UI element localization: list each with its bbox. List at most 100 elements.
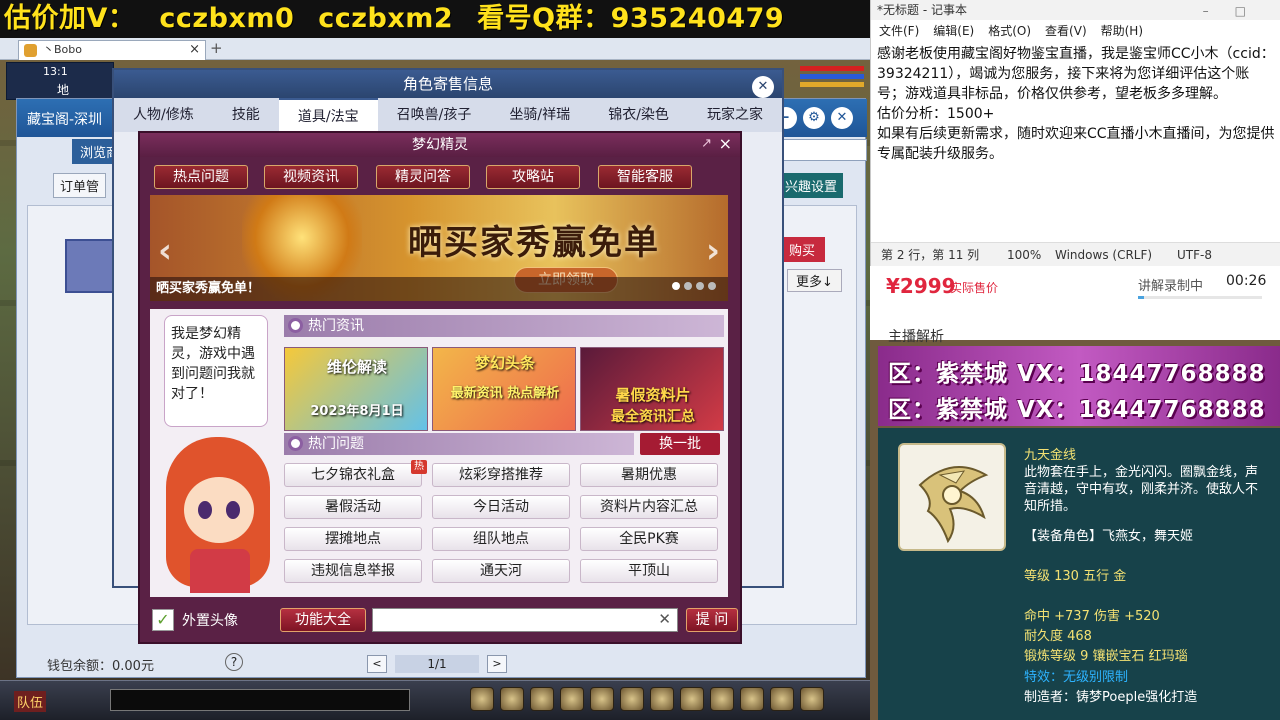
buy-button[interactable]: 购买	[779, 237, 826, 262]
ask-button[interactable]: 提 问	[686, 608, 738, 632]
close-icon[interactable]: ×	[719, 134, 732, 153]
news-sub: 2023年8月1日	[310, 404, 404, 419]
tray-icon[interactable]	[530, 687, 554, 711]
recording-progress	[1138, 296, 1262, 299]
settings-icon[interactable]: ⚙	[803, 107, 825, 129]
banner-segment: cczbxm0	[159, 3, 295, 34]
carousel-dot[interactable]	[672, 282, 680, 290]
more-button[interactable]: 更多↓	[787, 269, 842, 292]
menu-format[interactable]: 格式(O)	[988, 24, 1031, 38]
popout-icon[interactable]: ↗	[701, 136, 712, 151]
question-item[interactable]: 暑期优惠	[580, 463, 718, 487]
team-button[interactable]: 队伍	[14, 691, 47, 712]
browser-tab[interactable]: 丶Bobo ×	[18, 40, 206, 60]
menu-view[interactable]: 查看(V)	[1045, 24, 1087, 38]
order-tab[interactable]: 订单管	[53, 173, 107, 198]
carousel-prev-icon[interactable]: ‹	[158, 231, 172, 271]
close-tab-icon[interactable]: ×	[189, 41, 200, 59]
all-functions-button[interactable]: 功能大全	[280, 608, 366, 632]
game-map: 地	[57, 83, 70, 97]
tab-outfits[interactable]: 锦衣/染色	[589, 98, 688, 132]
nav-qa[interactable]: 精灵问答	[376, 165, 470, 189]
question-item[interactable]: 七夕锦衣礼盒热	[284, 460, 427, 487]
tray-icon[interactable]	[800, 687, 824, 711]
news-card[interactable]: 梦幻头条 最新资讯 热点解析	[432, 347, 576, 431]
tray-icon[interactable]	[500, 687, 524, 711]
chat-input[interactable]	[110, 689, 410, 711]
host-analysis-label: 主播解析	[888, 329, 944, 345]
question-item[interactable]: 全民PK赛	[580, 527, 718, 551]
promo-carousel[interactable]: 晒买家秀赢免单 立即领取 ‹ › 晒买家秀赢免单！	[150, 195, 728, 301]
tray-icon[interactable]	[620, 687, 644, 711]
menu-help[interactable]: 帮助(H)	[1101, 24, 1143, 38]
menu-edit[interactable]: 编辑(E)	[933, 24, 974, 38]
tray-icon[interactable]	[680, 687, 704, 711]
item-stat: 命中 +737 伤害 +520	[1024, 609, 1160, 624]
tray-icon[interactable]	[470, 687, 494, 711]
help-icon[interactable]: ?	[225, 653, 243, 671]
carousel-dot[interactable]	[696, 282, 704, 290]
nav-guides[interactable]: 攻略站	[486, 165, 580, 189]
question-item[interactable]: 资料片内容汇总	[580, 495, 718, 519]
tray-icon[interactable]	[770, 687, 794, 711]
tray-icon[interactable]	[650, 687, 674, 711]
browser-tab-title: 丶Bobo	[43, 43, 82, 56]
banner-segment: 估价加V：	[4, 3, 136, 34]
next-page-button[interactable]: >	[487, 654, 507, 673]
notepad-text-area[interactable]: 感谢老板使用藏宝阁好物鉴宝直播，我是鉴宝师CC小木（ccid：39324211）…	[877, 44, 1275, 164]
carousel-dot[interactable]	[708, 282, 716, 290]
new-tab-icon[interactable]: +	[210, 39, 223, 57]
genie-speech-bubble: 我是梦幻精灵，游戏中遇到问题问我就对了！	[164, 315, 268, 427]
tray-icon[interactable]	[590, 687, 614, 711]
question-item[interactable]: 违规信息举报	[284, 559, 422, 583]
question-item[interactable]: 组队地点	[432, 527, 570, 551]
question-item[interactable]: 摆摊地点	[284, 527, 422, 551]
genie-mascot	[160, 437, 276, 595]
news-card[interactable]: 维伦解读 2023年8月1日	[284, 347, 428, 431]
question-item[interactable]: 平顶山	[580, 559, 718, 583]
nav-service[interactable]: 智能客服	[598, 165, 692, 189]
close-icon[interactable]: ✕	[752, 76, 774, 98]
question-item[interactable]: 炫彩穿搭推荐	[432, 463, 570, 487]
tab-items[interactable]: 道具/法宝	[278, 98, 378, 132]
nav-hot-questions[interactable]: 热点问题	[154, 165, 248, 189]
close-icon[interactable]: ✕	[831, 107, 853, 129]
hot-news-header: 热门资讯	[284, 315, 724, 337]
section-bullet-icon	[288, 318, 303, 333]
role-window-title: 角色寄售信息	[114, 70, 782, 98]
tab-home[interactable]: 玩家之家	[688, 98, 782, 132]
game-hud-minimap: 13:1 地	[6, 62, 114, 100]
tab-character[interactable]: 人物/修炼	[114, 98, 213, 132]
question-item[interactable]: 通天河	[432, 559, 570, 583]
tray-icon[interactable]	[560, 687, 584, 711]
question-item[interactable]: 今日活动	[432, 495, 570, 519]
cursor-position: 第 2 行，第 11 列	[881, 248, 980, 262]
menu-file[interactable]: 文件(F)	[879, 24, 919, 38]
mp-bar	[800, 74, 864, 79]
tray-icon[interactable]	[710, 687, 734, 711]
carousel-dot[interactable]	[684, 282, 692, 290]
window-controls[interactable]: –□	[1203, 1, 1272, 21]
prev-page-button[interactable]: <	[367, 654, 387, 673]
external-avatar-checkbox[interactable]: ✓	[152, 609, 174, 631]
news-card[interactable]: 暑假资料片 最全资讯汇总	[580, 347, 724, 431]
nav-videos[interactable]: 视频资讯	[264, 165, 358, 189]
clear-icon[interactable]: ✕	[658, 610, 671, 628]
tab-pets[interactable]: 召唤兽/孩子	[378, 98, 491, 132]
game-toolbar: 队伍	[0, 680, 870, 720]
price-panel: ¥2999 实际售价 讲解录制中 00:26 主播解析	[870, 266, 1280, 345]
refresh-button[interactable]: 换一批	[640, 433, 720, 455]
game-time: 13:1	[43, 65, 68, 78]
question-input[interactable]: ✕	[372, 608, 678, 632]
notepad-titlebar: *无标题 - 记事本 –□	[871, 0, 1280, 20]
page-number: 1/1	[395, 654, 479, 673]
interest-settings-button[interactable]: 兴趣设置	[779, 173, 844, 198]
question-item[interactable]: 暑假活动	[284, 495, 422, 519]
tab-mounts[interactable]: 坐骑/祥瑞	[490, 98, 589, 132]
carousel-next-icon[interactable]: ›	[706, 231, 720, 271]
notepad-menubar: 文件(F) 编辑(E) 格式(O) 查看(V) 帮助(H)	[871, 20, 1280, 42]
tray-icon[interactable]	[740, 687, 764, 711]
golden-thread-weapon-icon	[918, 466, 989, 544]
news-title: 维伦解读	[326, 358, 387, 376]
tab-skills[interactable]: 技能	[213, 98, 279, 132]
